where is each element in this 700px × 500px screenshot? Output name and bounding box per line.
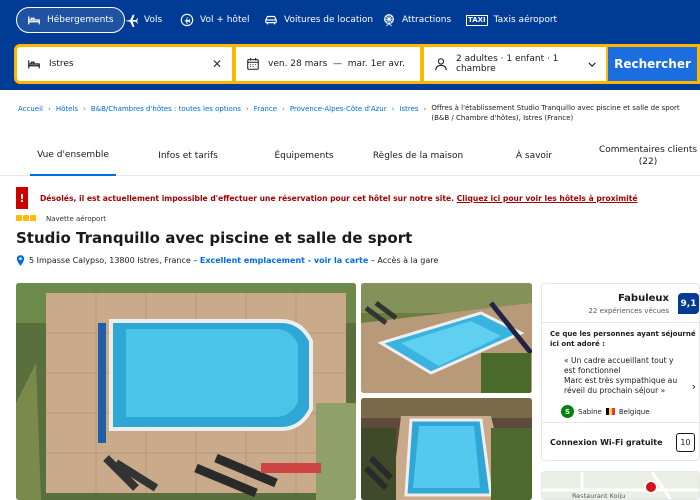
- breadcrumb-link[interactable]: Provence-Alpes-Côte d'Azur: [290, 105, 387, 113]
- nav-item-taxis[interactable]: TAXI Taxis aéroport: [456, 7, 567, 33]
- map-preview[interactable]: Restaurant Koiju: [541, 471, 700, 500]
- nav-item-attractions[interactable]: Attractions: [372, 7, 461, 33]
- breadcrumb-link[interactable]: Hôtels: [56, 105, 78, 113]
- taxi-icon: TAXI: [466, 14, 488, 26]
- breadcrumb-current: Offres à l'établissement Studio Tranquil…: [431, 104, 680, 122]
- chevron-down-icon: [588, 61, 596, 67]
- nav-label: Vols: [144, 15, 163, 25]
- author-name: Sabine: [578, 407, 602, 416]
- gallery-photo[interactable]: [361, 398, 532, 500]
- location-pin-icon: [16, 255, 25, 266]
- tab-facilities[interactable]: Équipements: [262, 136, 346, 176]
- nav-label: Hébergements: [47, 15, 114, 25]
- star-icon: [16, 215, 22, 221]
- nav-label: Vol + hôtel: [200, 15, 250, 25]
- tab-good-to-know[interactable]: À savoir: [500, 136, 568, 176]
- review-count[interactable]: 22 expériences vécues: [589, 307, 670, 315]
- avatar: S: [561, 405, 574, 418]
- clear-icon[interactable]: ✕: [212, 57, 222, 71]
- dates-value: ven. 28 mars — mar. 1er avr.: [268, 59, 405, 69]
- guests-field[interactable]: 2 adultes · 1 enfant · 1 chambre: [421, 44, 609, 84]
- top-nav: Hébergements Vols Vol + hôtel Voitures d…: [0, 0, 700, 40]
- alert-icon: !: [16, 187, 28, 209]
- destination-value: Istres: [49, 59, 74, 69]
- review-summary-card: Fabuleux 22 expériences vécues 9,1 Ce qu…: [541, 283, 700, 461]
- star-icon: [23, 215, 29, 221]
- wifi-score: 10: [676, 433, 695, 452]
- chevron-right-icon[interactable]: ›: [692, 380, 696, 393]
- breadcrumb-separator: ›: [391, 105, 395, 113]
- map-poi-label: Restaurant Koiju: [572, 492, 626, 500]
- alert-text: Désolés, il est actuellement impossible …: [40, 193, 455, 203]
- breadcrumb-separator: ›: [282, 105, 285, 113]
- pool-aerial-image: [16, 283, 356, 500]
- show-map-link[interactable]: Excellent emplacement - voir la carte: [200, 256, 368, 265]
- dates-field[interactable]: ven. 28 mars — mar. 1er avr.: [233, 44, 423, 84]
- calendar-icon: [247, 57, 259, 70]
- review-word: Fabuleux: [617, 293, 669, 304]
- tab-overview[interactable]: Vue d'ensemble: [30, 136, 116, 176]
- star-rating: [16, 215, 36, 221]
- author-country: Belgique: [618, 407, 650, 416]
- breadcrumb-separator: ›: [245, 105, 249, 113]
- pool-garden-image: [361, 398, 532, 500]
- star-icon: [30, 215, 36, 221]
- divider: [542, 422, 700, 423]
- wifi-label: Connexion Wi-Fi gratuite: [550, 438, 663, 447]
- review-heading: Ce que les personnes ayant séjourné ici …: [550, 330, 696, 348]
- bed-icon: [28, 60, 40, 69]
- main-photo[interactable]: [16, 283, 356, 500]
- page-title: Studio Tranquillo avec piscine et salle …: [16, 229, 413, 247]
- review-author: S Sabine Belgique: [561, 405, 650, 418]
- nav-item-voitures[interactable]: Voitures de location: [254, 7, 383, 33]
- address-suffix: – Accès à la gare: [370, 256, 439, 265]
- bed-icon: [28, 16, 40, 25]
- property-tabs: Vue d'ensemble Infos et tarifs Équipemen…: [0, 136, 700, 176]
- breadcrumb-link[interactable]: France: [254, 105, 277, 113]
- breadcrumb-link[interactable]: B&B/Chambres d'hôtes : toutes les option…: [91, 105, 241, 113]
- nav-label: Attractions: [402, 15, 452, 25]
- nearby-hotels-link[interactable]: Cliquez ici pour voir les hôtels à proxi…: [457, 194, 638, 203]
- nav-label: Voitures de location: [284, 15, 374, 25]
- destination-field[interactable]: Istres ✕: [14, 44, 235, 84]
- attractions-icon: [384, 14, 394, 27]
- nav-item-vols[interactable]: Vols: [114, 7, 172, 33]
- person-icon: [435, 58, 447, 71]
- search-button[interactable]: Rechercher: [608, 44, 700, 84]
- breadcrumb-separator: ›: [423, 105, 427, 113]
- plane-icon: [124, 14, 138, 27]
- nav-item-vol-hotel[interactable]: Vol + hôtel: [170, 7, 260, 33]
- address-row: 5 Impasse Calypso, 13800 Istres, France …: [16, 255, 438, 266]
- belgium-flag-icon: [605, 408, 615, 415]
- breadcrumb: Accueil › Hôtels › B&B/Chambres d'hôtes …: [18, 104, 698, 123]
- guests-value: 2 adultes · 1 enfant · 1 chambre: [456, 54, 559, 74]
- plane-hotel-icon: [180, 13, 194, 27]
- review-score-badge: 9,1: [678, 293, 699, 314]
- nav-item-hebergements[interactable]: Hébergements: [16, 7, 125, 33]
- tab-reviews[interactable]: Commentaires clients (22): [598, 136, 698, 176]
- nav-label: Taxis aéroport: [493, 15, 558, 25]
- tab-house-rules[interactable]: Règles de la maison: [370, 136, 466, 176]
- gallery-photo[interactable]: [361, 283, 532, 393]
- breadcrumb-link[interactable]: Istres: [399, 105, 418, 113]
- car-icon: [265, 15, 277, 25]
- address-text: 5 Impasse Calypso, 13800 Istres, France …: [29, 256, 198, 265]
- breadcrumb-separator: ›: [83, 105, 86, 113]
- map-pin-icon: [644, 480, 658, 494]
- divider: [542, 322, 700, 323]
- breadcrumb-link[interactable]: Accueil: [18, 105, 43, 113]
- tab-info-prices[interactable]: Infos et tarifs: [146, 136, 230, 176]
- unavailable-alert: ! Désolés, il est actuellement impossibl…: [16, 187, 700, 209]
- pool-side-image: [361, 283, 532, 393]
- breadcrumb-separator: ›: [48, 105, 51, 113]
- review-quote: « Un cadre accueillant tout y est foncti…: [564, 356, 678, 395]
- alert-message: Désolés, il est actuellement impossible …: [40, 194, 638, 203]
- shuttle-badge: Navette aéroport: [46, 215, 106, 223]
